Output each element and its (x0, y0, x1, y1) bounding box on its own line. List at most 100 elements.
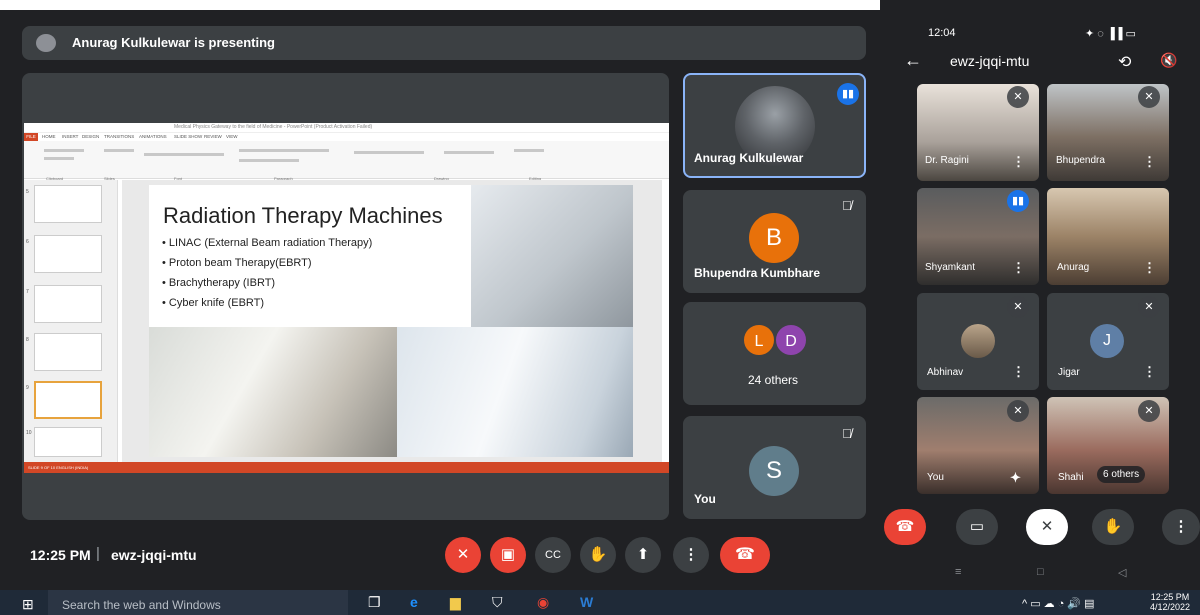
camera-off-icon[interactable]: ▣ (490, 537, 526, 573)
avatar-self: S (749, 446, 799, 496)
more-icon[interactable]: ⋮ (1162, 509, 1200, 545)
windows-start-icon[interactable]: ⊞ (22, 596, 34, 613)
more-icon[interactable]: ⋮ (1143, 154, 1156, 170)
slide-thumbnail[interactable] (34, 427, 102, 457)
camera-icon[interactable]: ▭ (956, 509, 998, 545)
avatar-abhinav-photo (961, 324, 995, 358)
ribbon-control (44, 149, 84, 152)
slide-thumbnail-active[interactable] (34, 381, 102, 419)
phone-participant-name: Bhupendra (1056, 155, 1105, 166)
mic-off-icon: 🎙̸ (842, 198, 852, 213)
system-tray[interactable]: ^ ▭ ☁ ◔ 🔊 ▤ (1022, 597, 1095, 610)
ppt-tab[interactable]: TRANSITIONS (104, 134, 134, 139)
slide-bullet: • LINAC (External Beam radiation Therapy… (162, 237, 373, 249)
ribbon-control (354, 151, 424, 154)
slide-thumbnail[interactable] (34, 285, 102, 323)
edge-icon[interactable]: e (410, 594, 418, 610)
file-explorer-icon[interactable]: ▆ (450, 594, 461, 611)
slide-thumbnail[interactable] (34, 235, 102, 273)
avatar-other: L (742, 323, 776, 357)
participant-name: Anurag Kulkulewar (694, 151, 804, 165)
phone-others-chip[interactable]: 6 others (1097, 466, 1146, 483)
slide-title: Radiation Therapy Machines (163, 203, 443, 228)
more-icon[interactable]: ⋮ (1012, 260, 1025, 276)
thumb-number: 9 (26, 385, 29, 391)
mic-off-icon: ✕ (1007, 86, 1029, 108)
others-count: 24 others (748, 373, 799, 387)
phone-meeting-code[interactable]: ewz-jqqi-mtu (950, 53, 1029, 69)
ppt-tab[interactable]: ANIMATIONS (139, 134, 167, 139)
captions-icon[interactable]: CC (535, 537, 571, 573)
ppt-tab[interactable]: SLIDE SHOW (174, 134, 202, 139)
store-icon[interactable]: ⛉ (492, 594, 503, 611)
mic-off-icon: ✕ (1007, 400, 1029, 422)
phone-status-time: 12:04 (928, 27, 956, 39)
avatar-jigar: J (1090, 324, 1124, 358)
end-call-icon[interactable]: ☎ (884, 509, 926, 545)
chrome-icon[interactable]: ◉ (537, 594, 549, 611)
avatar-bhupendra: B (749, 213, 799, 263)
more-icon[interactable]: ⋮ (1143, 260, 1156, 276)
ppt-window-title: Medical Physics Gateway to the field of … (174, 124, 373, 130)
ppt-statusbar (24, 462, 669, 473)
raise-hand-icon[interactable]: ✋ (1092, 509, 1134, 545)
taskbar-search-placeholder: Search the web and Windows (62, 598, 221, 612)
task-view-icon[interactable]: ❐ (368, 594, 381, 611)
phone-participant-name: You (927, 472, 944, 483)
ppt-tab[interactable]: VIEW (226, 134, 238, 139)
back-icon[interactable]: ◁ (1118, 566, 1126, 579)
more-icon[interactable]: ⋮ (1143, 364, 1156, 380)
mic-off-icon: ✕ (1007, 296, 1029, 318)
present-icon[interactable]: ⬆ (625, 537, 661, 573)
mic-off-icon: ✕ (1138, 400, 1160, 422)
slide-bullet: • Proton beam Therapy(EBRT) (162, 257, 312, 269)
clock-date: 4/12/2022 (1150, 602, 1191, 612)
home-icon[interactable]: □ (1037, 566, 1044, 578)
speaking-icon: ▮▮ (1007, 190, 1029, 212)
slide-thumbnail[interactable] (34, 185, 102, 223)
mic-off-icon: ✕ (1138, 296, 1160, 318)
end-call-icon[interactable]: ☎ (720, 537, 770, 573)
ribbon-control (444, 151, 494, 154)
phone-status-icons: ✦ ◌ ▐▐ ▭ (1085, 28, 1136, 40)
mic-off-icon: ✕ (1138, 86, 1160, 108)
mic-off-icon[interactable]: ✕ (1026, 509, 1068, 545)
ribbon-control (104, 149, 134, 152)
thumb-number: 8 (26, 337, 29, 343)
thumb-number: 10 (26, 430, 32, 436)
phone-participant-name: Shyamkant (925, 262, 976, 273)
meeting-code: ewz-jqqi-mtu (111, 547, 197, 563)
switch-camera-icon[interactable]: ⟲ (1118, 52, 1131, 72)
slide-bullet: • Brachytherapy (IBRT) (162, 277, 276, 289)
thumb-number: 7 (26, 289, 29, 295)
phone-participant-name: Dr. Ragini (925, 155, 969, 166)
thumb-number: 5 (26, 189, 29, 195)
avatar-other: D (774, 323, 808, 357)
ppt-tab[interactable]: REVIEW (204, 134, 222, 139)
ppt-status-text: SLIDE 9 OF 10 ENGLISH (INDIA) (28, 465, 89, 470)
ppt-tab[interactable]: HOME (42, 134, 56, 139)
ppt-file-tab[interactable]: FILE (24, 133, 38, 141)
raise-hand-icon[interactable]: ✋ (580, 537, 616, 573)
presenting-text: Anurag Kulkulewar is presenting (72, 35, 275, 50)
participant-name: You (694, 492, 716, 506)
slide-thumbnail[interactable] (34, 333, 102, 371)
more-icon[interactable]: ⋮ (1012, 364, 1025, 380)
separator: | (96, 545, 100, 562)
ppt-tab[interactable]: DESIGN (82, 134, 99, 139)
ribbon-control (514, 149, 544, 152)
mic-off-icon[interactable]: ✕ (445, 537, 481, 573)
ppt-tab[interactable]: INSERT (62, 134, 78, 139)
effects-icon[interactable]: ✦ (1010, 470, 1021, 486)
participant-name: Bhupendra Kumbhare (694, 266, 821, 280)
back-arrow-icon[interactable]: ← (904, 50, 922, 71)
more-icon[interactable]: ⋮ (673, 537, 709, 573)
more-icon[interactable]: ⋮ (1012, 154, 1025, 170)
recent-apps-icon[interactable]: ≡ (955, 566, 961, 578)
others-tile[interactable] (683, 302, 866, 405)
phone-participant-name: Anurag (1057, 262, 1090, 273)
word-icon[interactable]: W (580, 594, 593, 610)
taskbar-clock[interactable]: 12:25 PM 4/12/2022 (1150, 592, 1190, 612)
audio-off-icon[interactable]: 🔇 (1160, 52, 1177, 69)
phone-participant-name: Shahi (1058, 472, 1084, 483)
